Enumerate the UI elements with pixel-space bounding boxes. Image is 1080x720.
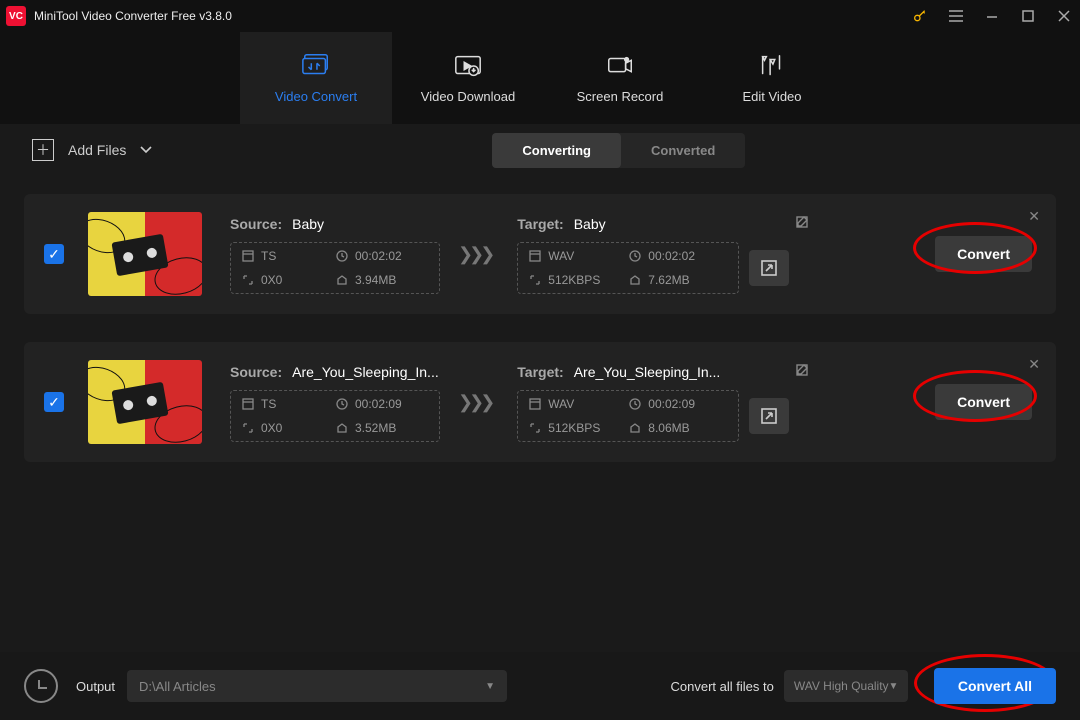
target-bitrate: 512KBPS <box>548 273 600 287</box>
convert-all-label: Convert all files to <box>671 679 774 694</box>
titlebar: VC MiniTool Video Converter Free v3.8.0 <box>0 0 1080 32</box>
convert-button[interactable]: Convert <box>935 384 1032 420</box>
format-icon <box>528 249 541 262</box>
file-card: ✓ Source: Baby TS 00:02:02 0X0 3.94MB ❯❯… <box>24 194 1056 314</box>
file-thumbnail <box>88 360 202 444</box>
convert-all-button[interactable]: Convert All <box>934 668 1056 704</box>
target-size: 8.06MB <box>648 421 689 435</box>
chevron-down-icon: ▼ <box>889 681 899 692</box>
tab-label: Video Convert <box>275 89 357 104</box>
source-label: Source: <box>230 364 282 380</box>
size-icon <box>335 274 348 287</box>
tab-video-convert[interactable]: Video Convert <box>240 32 392 124</box>
remove-file-button[interactable]: ✕ <box>1028 356 1040 373</box>
tab-edit-video[interactable]: Edit Video <box>696 32 848 124</box>
toolbar: ＋ Add Files Converting Converted <box>0 126 1080 174</box>
target-name: Are_You_Sleeping_In... <box>574 364 721 380</box>
resolution-icon <box>241 422 254 435</box>
file-thumbnail <box>88 212 202 296</box>
target-label: Target: <box>517 216 563 232</box>
clock-icon <box>335 250 348 263</box>
target-format: WAV <box>548 249 574 263</box>
main-tabs: Video Convert Video Download Screen Reco… <box>0 32 1080 124</box>
tab-screen-record[interactable]: Screen Record <box>544 32 696 124</box>
target-settings-button[interactable] <box>749 398 789 434</box>
source-info: TS 00:02:02 0X0 3.94MB <box>230 242 440 294</box>
tab-label: Video Download <box>421 89 515 104</box>
arrow-icon: ❯❯❯ <box>462 392 495 413</box>
format-icon <box>241 250 254 263</box>
target-info: WAV 00:02:02 512KBPS 7.62MB <box>517 242 739 294</box>
add-files-label: Add Files <box>68 142 126 158</box>
source-format: TS <box>261 249 276 263</box>
source-resolution: 0X0 <box>261 421 282 435</box>
tab-label: Screen Record <box>577 89 664 104</box>
target-name: Baby <box>574 216 606 232</box>
file-checkbox[interactable]: ✓ <box>44 244 64 264</box>
add-files-button[interactable]: ＋ Add Files <box>32 139 152 161</box>
target-settings-button[interactable] <box>749 250 789 286</box>
output-label: Output <box>76 679 115 694</box>
source-format: TS <box>261 397 276 411</box>
source-size: 3.94MB <box>355 273 396 287</box>
seg-converted[interactable]: Converted <box>621 133 745 168</box>
resolution-icon <box>241 274 254 287</box>
target-duration: 00:02:02 <box>648 249 695 263</box>
arrow-icon: ❯❯❯ <box>462 244 495 265</box>
file-list: ✓ Source: Baby TS 00:02:02 0X0 3.94MB ❯❯… <box>0 174 1080 462</box>
edit-target-icon[interactable] <box>795 363 809 382</box>
output-path-select[interactable]: D:\All Articles ▼ <box>127 670 507 702</box>
upgrade-key-icon[interactable] <box>910 6 930 26</box>
target-duration: 00:02:09 <box>648 397 695 411</box>
chevron-down-icon: ▼ <box>485 681 495 692</box>
tab-label: Edit Video <box>742 89 801 104</box>
close-button[interactable] <box>1054 6 1074 26</box>
bitrate-icon <box>528 421 541 434</box>
app-title: MiniTool Video Converter Free v3.8.0 <box>34 9 910 23</box>
target-format-select[interactable]: WAV High Quality ▼ <box>784 670 908 702</box>
source-label: Source: <box>230 216 282 232</box>
source-info: TS 00:02:09 0X0 3.52MB <box>230 390 440 442</box>
source-duration: 00:02:02 <box>355 249 402 263</box>
minimize-button[interactable] <box>982 6 1002 26</box>
target-size: 7.62MB <box>648 273 689 287</box>
bottom-bar: Output D:\All Articles ▼ Convert all fil… <box>0 652 1080 720</box>
size-icon <box>628 421 641 434</box>
convert-button[interactable]: Convert <box>935 236 1032 272</box>
target-format: WAV <box>548 397 574 411</box>
target-info: WAV 00:02:09 512KBPS 8.06MB <box>517 390 739 442</box>
app-logo-icon: VC <box>6 6 26 26</box>
remove-file-button[interactable]: ✕ <box>1028 208 1040 225</box>
source-duration: 00:02:09 <box>355 397 402 411</box>
history-button[interactable] <box>24 669 58 703</box>
clock-icon <box>335 398 348 411</box>
status-segment: Converting Converted <box>492 133 745 168</box>
source-size: 3.52MB <box>355 421 396 435</box>
source-resolution: 0X0 <box>261 273 282 287</box>
target-label: Target: <box>517 364 563 380</box>
source-name: Are_You_Sleeping_In... <box>292 364 439 380</box>
edit-target-icon[interactable] <box>795 215 809 234</box>
seg-converting[interactable]: Converting <box>492 133 621 168</box>
chevron-down-icon <box>140 146 152 154</box>
add-files-icon: ＋ <box>32 139 54 161</box>
format-icon <box>528 397 541 410</box>
tab-video-download[interactable]: Video Download <box>392 32 544 124</box>
menu-icon[interactable] <box>946 6 966 26</box>
target-bitrate: 512KBPS <box>548 421 600 435</box>
target-format-value: WAV High Quality <box>794 679 889 693</box>
clock-icon <box>628 397 641 410</box>
bitrate-icon <box>528 273 541 286</box>
format-icon <box>241 398 254 411</box>
file-card: ✓ Source: Are_You_Sleeping_In... TS 00:0… <box>24 342 1056 462</box>
size-icon <box>628 273 641 286</box>
clock-icon <box>628 249 641 262</box>
file-checkbox[interactable]: ✓ <box>44 392 64 412</box>
size-icon <box>335 422 348 435</box>
source-name: Baby <box>292 216 324 232</box>
output-path-value: D:\All Articles <box>139 679 216 694</box>
maximize-button[interactable] <box>1018 6 1038 26</box>
